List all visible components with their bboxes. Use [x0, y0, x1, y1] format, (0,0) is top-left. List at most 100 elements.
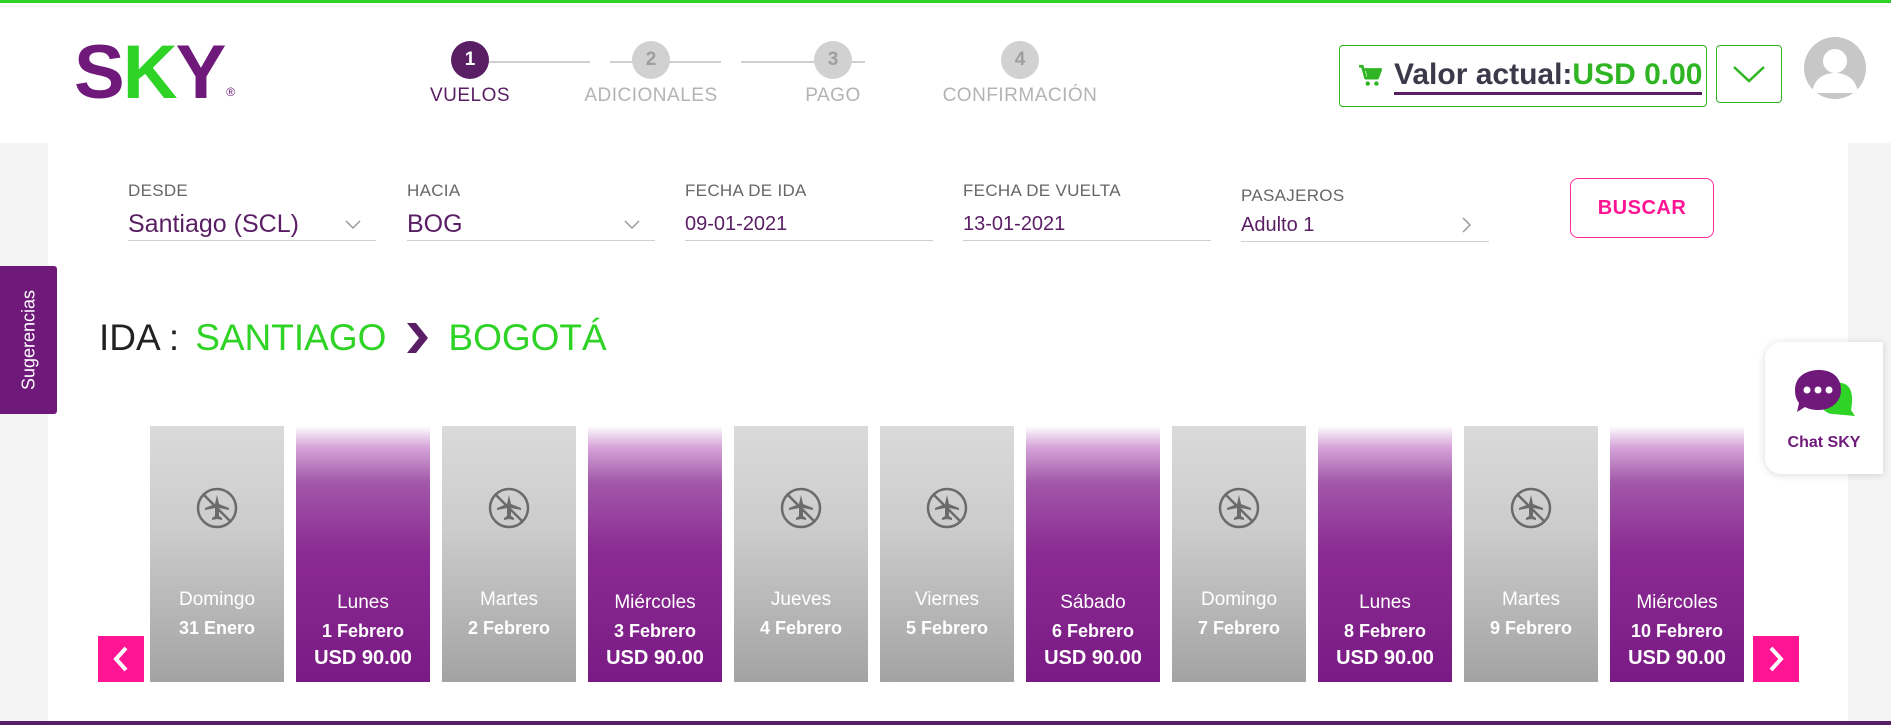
day-card[interactable]: Domingo 7 Febrero: [1172, 426, 1306, 682]
day-date: 2 Febrero: [467, 618, 551, 638]
sky-logo[interactable]: SKY ®: [74, 35, 236, 111]
day-date: 9 Febrero: [1489, 618, 1573, 638]
route-origin: SANTIAGO: [195, 317, 387, 358]
step-pago[interactable]: 3 PAGO: [733, 41, 933, 107]
step-number: 3: [814, 41, 852, 79]
logo-letter-k: K: [122, 30, 178, 115]
day-card[interactable]: Domingo 31 Enero: [150, 426, 284, 682]
day-card[interactable]: Sábado 6 Febrero USD 90.00: [1026, 426, 1160, 682]
user-icon: [1812, 49, 1858, 93]
fecha-vuelta-field[interactable]: FECHA DE VUELTA 13-01-2021: [963, 181, 1211, 241]
desde-field[interactable]: DESDE Santiago (SCL): [128, 181, 376, 241]
logo-letter-y: Y: [175, 30, 227, 115]
route-heading: IDA : SANTIAGO BOGOTÁ: [99, 313, 607, 363]
cart-icon: [1359, 64, 1383, 86]
main-panel: DESDE Santiago (SCL) HACIA BOG FECHA DE …: [48, 143, 1848, 721]
pasajeros-select[interactable]: Adulto 1: [1241, 210, 1489, 242]
step-number: 2: [632, 41, 670, 79]
no-flight-icon: [196, 487, 238, 529]
day-card[interactable]: Miércoles 3 Febrero USD 90.00: [588, 426, 722, 682]
day-card[interactable]: Martes 9 Febrero: [1464, 426, 1598, 682]
day-card[interactable]: Jueves 4 Febrero: [734, 426, 868, 682]
day-date: 1 Febrero: [321, 621, 405, 641]
day-name: Martes: [479, 589, 539, 610]
sugerencias-tab[interactable]: Sugerencias: [0, 266, 57, 414]
route-prefix: IDA :: [99, 317, 180, 358]
pasajeros-field[interactable]: PASAJEROS Adulto 1: [1241, 186, 1489, 242]
step-label: CONFIRMACIÓN: [942, 85, 1098, 106]
chat-sky-widget[interactable]: Chat SKY: [1765, 342, 1883, 474]
day-name: Viernes: [914, 589, 980, 610]
hacia-select[interactable]: BOG: [407, 209, 655, 241]
day-name: Martes: [1501, 589, 1561, 610]
fecha-vuelta-label: FECHA DE VUELTA: [963, 181, 1121, 200]
logo-registered-mark: ®: [226, 85, 236, 99]
route-arrow-icon: [407, 323, 429, 353]
step-confirmacion[interactable]: 4 CONFIRMACIÓN: [920, 41, 1120, 107]
chevron-down-icon: [345, 220, 361, 230]
day-price: USD 90.00: [606, 647, 704, 669]
user-avatar[interactable]: [1804, 37, 1866, 99]
no-flight-icon: [1218, 487, 1260, 529]
day-date: 5 Febrero: [905, 618, 989, 638]
day-date: 3 Febrero: [613, 621, 697, 641]
fecha-vuelta-input[interactable]: 13-01-2021: [963, 209, 1211, 241]
step-adicionales[interactable]: 2 ADICIONALES: [551, 41, 751, 107]
no-flight-icon: [780, 487, 822, 529]
buscar-button[interactable]: BUSCAR: [1570, 178, 1714, 238]
chevron-right-icon: [1462, 217, 1472, 233]
day-price: USD 90.00: [314, 647, 412, 669]
step-vuelos[interactable]: 1 VUELOS: [370, 41, 570, 107]
day-name: Domingo: [1200, 589, 1278, 610]
chat-label: Chat SKY: [1787, 434, 1861, 451]
day-price: USD 90.00: [1336, 647, 1434, 669]
chat-bubble-icon: [1795, 370, 1855, 416]
day-card[interactable]: Lunes 8 Febrero USD 90.00: [1318, 426, 1452, 682]
day-card[interactable]: Viernes 5 Febrero: [880, 426, 1014, 682]
step-number: 1: [451, 41, 489, 79]
day-card[interactable]: Martes 2 Febrero: [442, 426, 576, 682]
fecha-ida-value: 09-01-2021: [685, 213, 788, 235]
cart-summary[interactable]: Valor actual:USD 0.00: [1339, 45, 1707, 107]
desde-select[interactable]: Santiago (SCL): [128, 209, 376, 241]
fecha-vuelta-value: 13-01-2021: [963, 213, 1066, 235]
desde-value: Santiago (SCL): [128, 210, 299, 238]
day-name: Lunes: [337, 592, 389, 613]
cart-dropdown-button[interactable]: [1716, 45, 1782, 103]
day-date: 31 Enero: [178, 618, 256, 638]
prev-days-button[interactable]: [98, 636, 144, 682]
day-name: Miércoles: [614, 592, 696, 613]
no-flight-icon: [926, 487, 968, 529]
day-card[interactable]: Miércoles 10 Febrero USD 90.00: [1610, 426, 1744, 682]
day-date: 6 Febrero: [1051, 621, 1135, 641]
hacia-value: BOG: [407, 210, 463, 238]
day-card[interactable]: Lunes 1 Febrero USD 90.00: [296, 426, 430, 682]
pasajeros-value: Adulto 1: [1241, 214, 1315, 236]
route-destination: BOGOTÁ: [448, 317, 607, 358]
step-number: 4: [1001, 41, 1039, 79]
logo-letter-s: S: [74, 30, 125, 115]
sugerencias-label: Sugerencias: [18, 289, 38, 391]
hacia-label: HACIA: [407, 181, 461, 200]
header: SKY ® 1 VUELOS 2 ADICIONALES 3 PAGO 4 CO…: [0, 3, 1891, 143]
chevron-left-icon: [113, 646, 128, 672]
fecha-ida-label: FECHA DE IDA: [685, 181, 807, 200]
day-date: 10 Febrero: [1630, 621, 1724, 641]
step-label: PAGO: [805, 85, 861, 106]
day-price: USD 90.00: [1628, 647, 1726, 669]
hacia-field[interactable]: HACIA BOG: [407, 181, 655, 241]
day-price: USD 90.00: [1044, 647, 1142, 669]
pasajeros-label: PASAJEROS: [1241, 186, 1345, 205]
day-name: Domingo: [178, 589, 256, 610]
day-name: Sábado: [1060, 592, 1126, 613]
booking-steps: 1 VUELOS 2 ADICIONALES 3 PAGO 4 CONFIRMA…: [410, 41, 1130, 121]
day-name: Miércoles: [1636, 592, 1718, 613]
fecha-ida-input[interactable]: 09-01-2021: [685, 209, 933, 241]
next-days-button[interactable]: [1753, 636, 1799, 682]
desde-label: DESDE: [128, 181, 189, 200]
no-flight-icon: [488, 487, 530, 529]
cart-label: Valor actual:: [1394, 57, 1573, 91]
day-date: 7 Febrero: [1197, 618, 1281, 638]
fecha-ida-field[interactable]: FECHA DE IDA 09-01-2021: [685, 181, 933, 241]
bottom-accent-line: [0, 721, 1891, 725]
